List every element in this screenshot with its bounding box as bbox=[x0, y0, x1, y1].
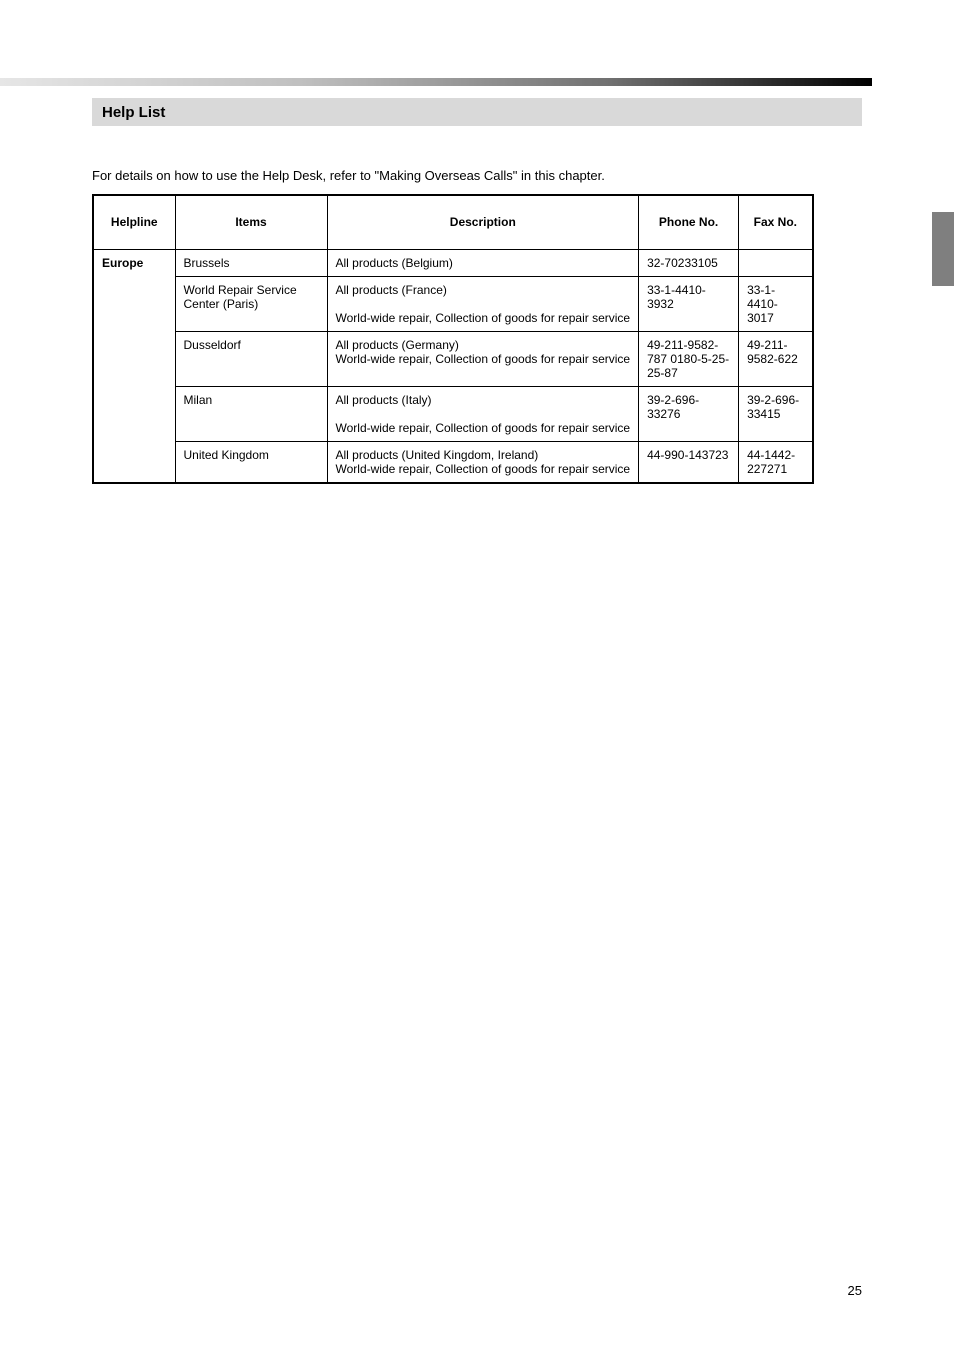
table-row: Europe Brussels All products (Belgium) 3… bbox=[93, 249, 813, 276]
cell-item: United Kingdom bbox=[175, 441, 327, 483]
table-header-row: Helpline Items Description Phone No. Fax… bbox=[93, 195, 813, 249]
cell-phone: 39-2-696-33276 bbox=[639, 386, 739, 441]
cell-description: All products (Belgium) bbox=[327, 249, 639, 276]
section-note: For details on how to use the Help Desk,… bbox=[92, 168, 605, 183]
cell-item: World Repair Service Center (Paris) bbox=[175, 276, 327, 331]
cell-phone: 33-1-4410-3932 bbox=[639, 276, 739, 331]
cell-item: Brussels bbox=[175, 249, 327, 276]
cell-fax: 49-211-9582-622 bbox=[739, 331, 813, 386]
cell-fax bbox=[739, 249, 813, 276]
cell-description: All products (France) World-wide repair,… bbox=[327, 276, 639, 331]
table-row: United Kingdom All products (United King… bbox=[93, 441, 813, 483]
th-fax: Fax No. bbox=[739, 195, 813, 249]
chapter-side-tab bbox=[932, 212, 954, 286]
helpline-group: Europe bbox=[93, 249, 175, 483]
cell-description: All products (United Kingdom, Ireland) W… bbox=[327, 441, 639, 483]
section-title-bar: Help List bbox=[92, 98, 862, 126]
th-helpline: Helpline bbox=[93, 195, 175, 249]
cell-fax: 33-1-4410-3017 bbox=[739, 276, 813, 331]
cell-item: Dusseldorf bbox=[175, 331, 327, 386]
cell-phone: 49-211-9582-787 0180-5-25-25-87 bbox=[639, 331, 739, 386]
cell-phone: 44-990-143723 bbox=[639, 441, 739, 483]
page-number: 25 bbox=[848, 1283, 862, 1298]
top-gradient-bar bbox=[0, 78, 872, 86]
th-phone: Phone No. bbox=[639, 195, 739, 249]
cell-fax: 44-1442-227271 bbox=[739, 441, 813, 483]
section-title: Help List bbox=[102, 104, 165, 121]
table-row: Milan All products (Italy) World-wide re… bbox=[93, 386, 813, 441]
cell-phone: 32-70233105 bbox=[639, 249, 739, 276]
th-description: Description bbox=[327, 195, 639, 249]
table-body: Europe Brussels All products (Belgium) 3… bbox=[93, 249, 813, 483]
cell-fax: 39-2-696-33415 bbox=[739, 386, 813, 441]
table-row: Dusseldorf All products (Germany) World-… bbox=[93, 331, 813, 386]
help-list-table: Helpline Items Description Phone No. Fax… bbox=[92, 194, 814, 484]
cell-description: All products (Italy) World-wide repair, … bbox=[327, 386, 639, 441]
page: Help List For details on how to use the … bbox=[0, 0, 954, 1346]
cell-description: All products (Germany) World-wide repair… bbox=[327, 331, 639, 386]
th-items: Items bbox=[175, 195, 327, 249]
cell-item: Milan bbox=[175, 386, 327, 441]
table-row: World Repair Service Center (Paris) All … bbox=[93, 276, 813, 331]
